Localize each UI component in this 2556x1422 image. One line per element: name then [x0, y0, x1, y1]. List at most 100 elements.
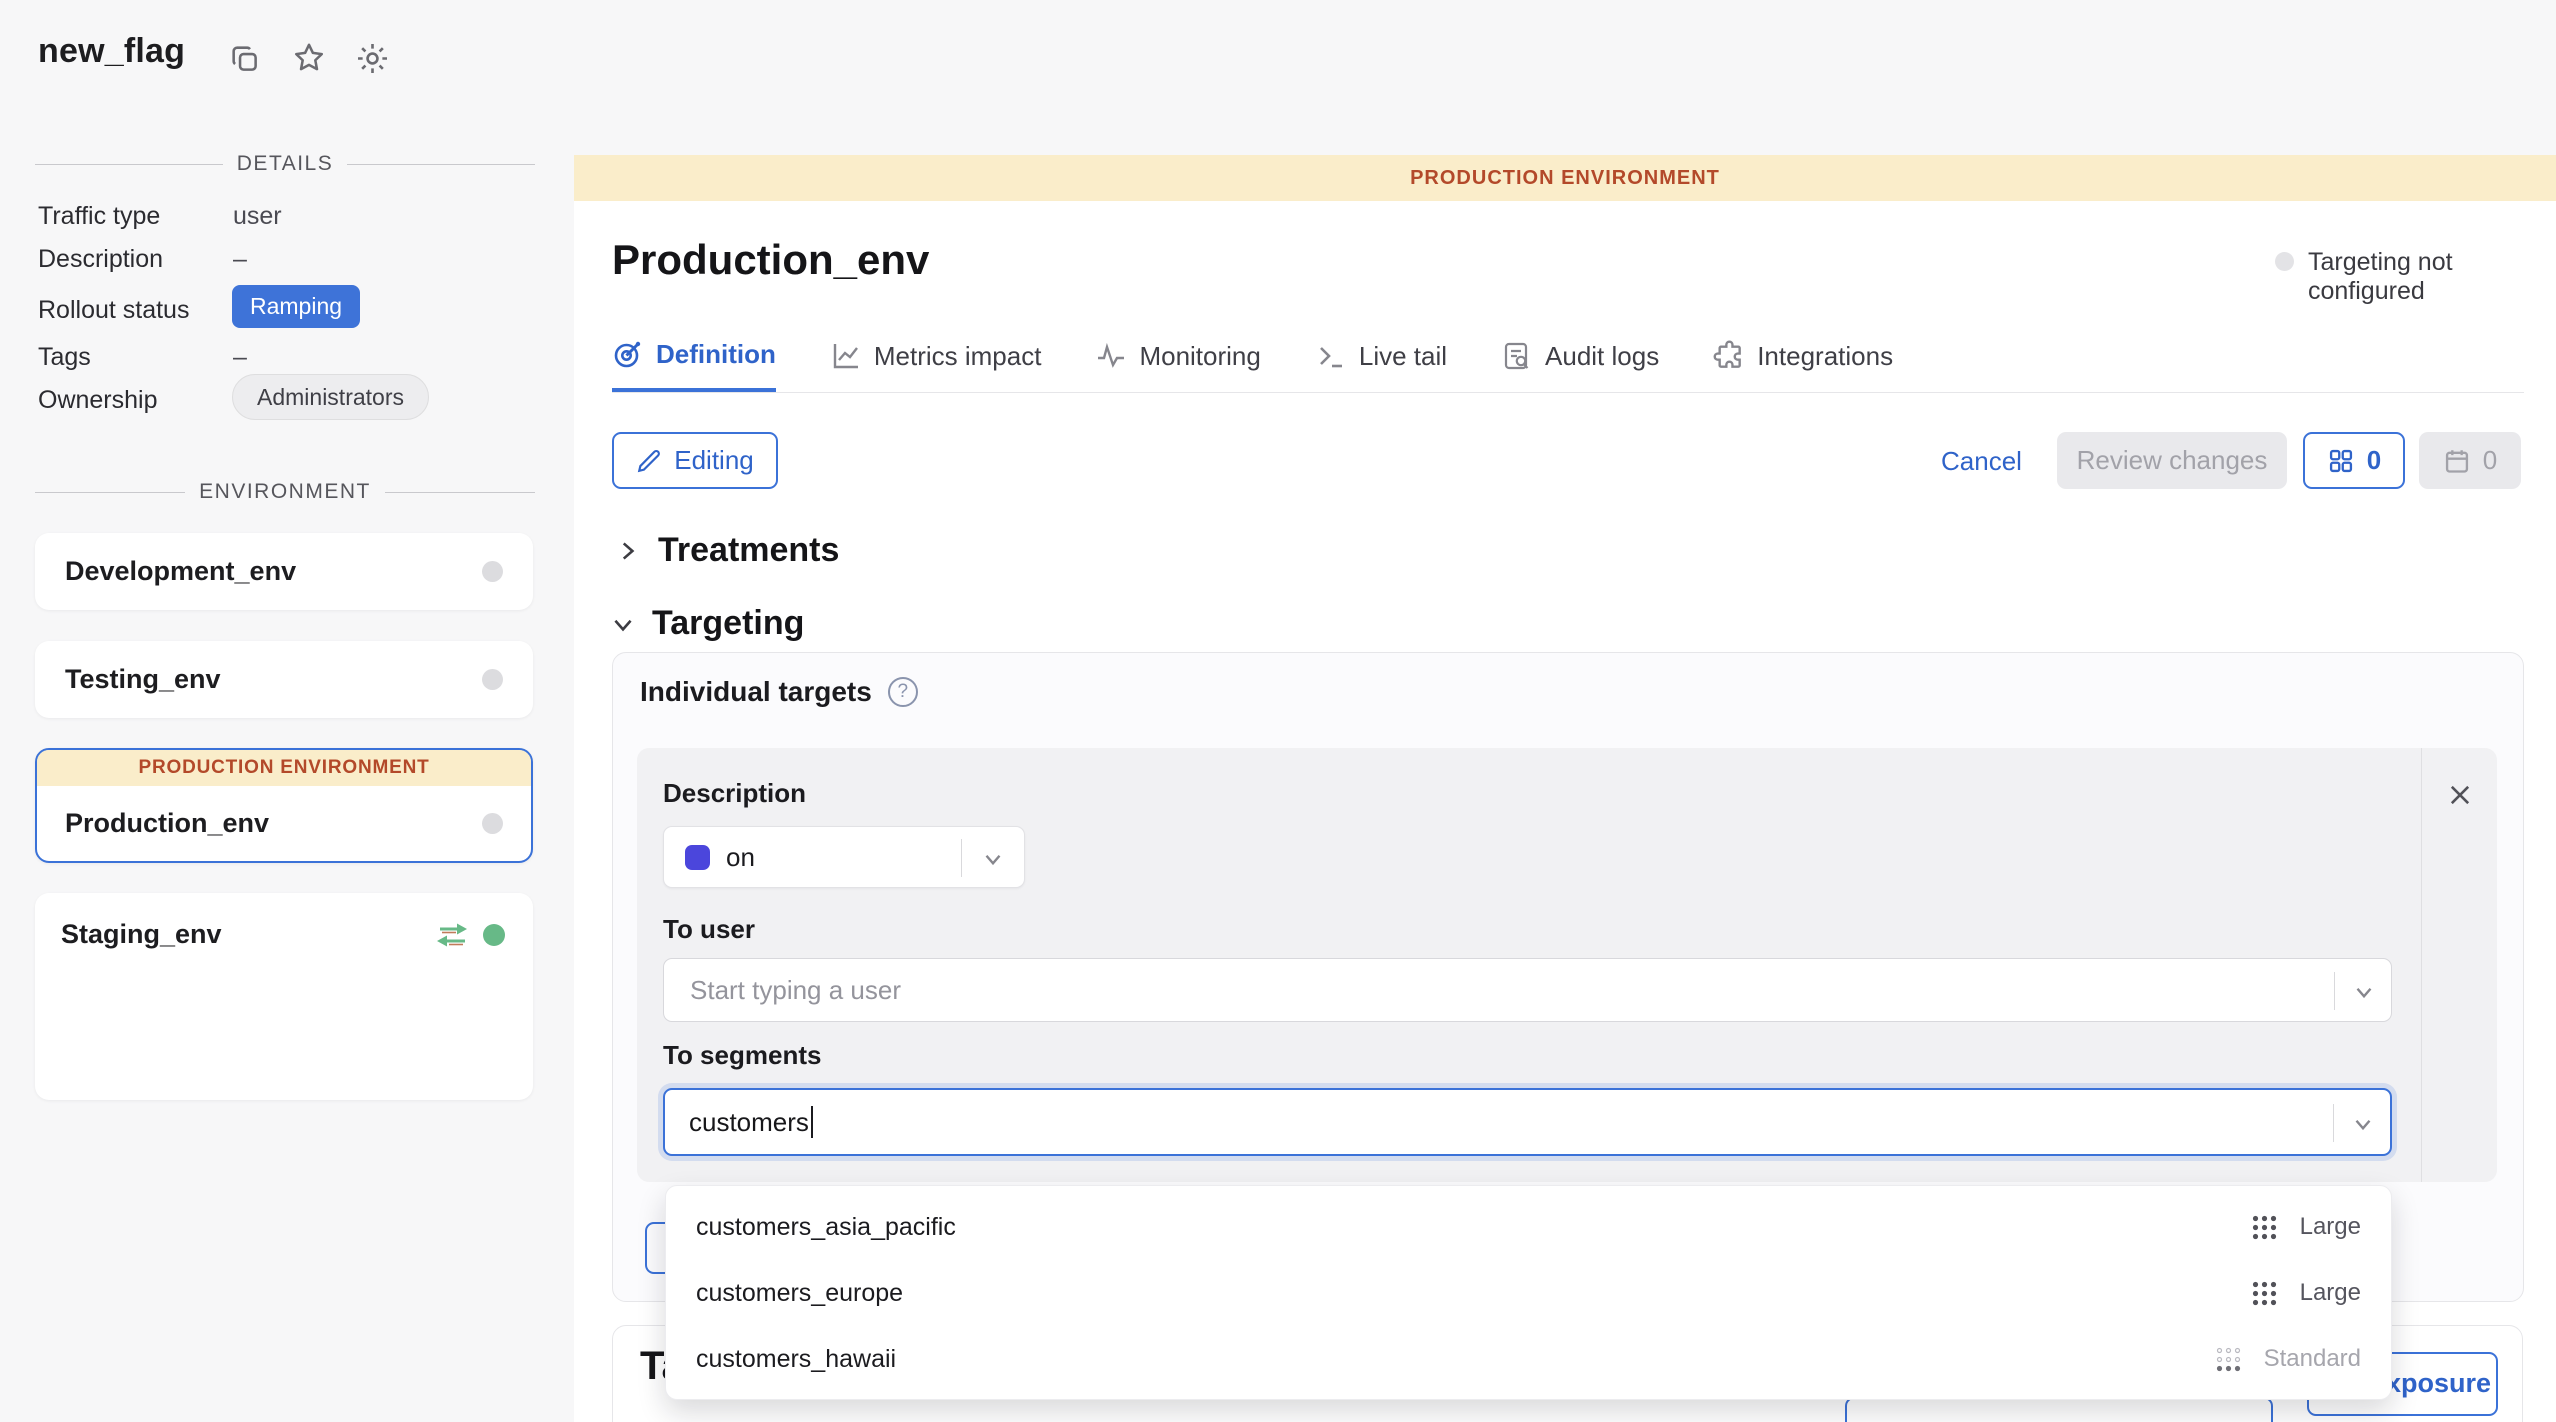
segments-dropdown: customers_asia_pacific Large customers_e… — [665, 1185, 2392, 1400]
segment-name: customers_hawaii — [696, 1345, 896, 1374]
to-segments-label: To segments — [663, 1040, 821, 1071]
treatment-color-swatch — [685, 845, 710, 870]
env-name: Development_env — [65, 556, 296, 587]
terminal-icon — [1315, 340, 1347, 372]
tab-label: Monitoring — [1139, 341, 1260, 372]
page-title: new_flag — [38, 32, 185, 71]
tab-definition[interactable]: Definition — [612, 338, 776, 392]
sync-arrows-icon — [435, 920, 469, 950]
detail-label: Description — [38, 245, 163, 274]
tab-label: Audit logs — [1545, 341, 1659, 372]
env-active-dot — [483, 924, 505, 946]
changes-count: 0 — [2367, 445, 2381, 476]
changes-grid-icon — [2327, 447, 2355, 475]
treatments-section-heading: Treatments — [658, 531, 839, 570]
audit-log-icon — [1501, 340, 1533, 372]
segment-grid-icon-standard — [2215, 1346, 2242, 1373]
detail-label: Traffic type — [38, 202, 160, 231]
chevron-down-icon — [980, 846, 1006, 872]
scheduled-count: 0 — [2483, 445, 2497, 476]
segment-name: customers_asia_pacific — [696, 1213, 956, 1242]
text-caret — [811, 1106, 813, 1138]
env-card-testing[interactable]: Testing_env — [35, 641, 533, 718]
detail-value: – — [233, 343, 247, 372]
star-icon[interactable] — [291, 40, 327, 76]
copy-icon[interactable] — [228, 42, 262, 76]
env-name: Testing_env — [65, 664, 221, 695]
segment-option-hawaii[interactable]: customers_hawaii Standard — [666, 1326, 2391, 1392]
individual-targets-heading: Individual targets — [640, 676, 872, 708]
tab-bar-line — [612, 392, 2524, 393]
chevron-down-icon — [610, 611, 636, 637]
tab-audit-logs[interactable]: Audit logs — [1501, 338, 1659, 392]
description-label: Description — [663, 778, 806, 809]
main-production-banner: PRODUCTION ENVIRONMENT — [574, 155, 2556, 201]
editing-button[interactable]: Editing — [612, 432, 778, 489]
segments-typed-text: customers — [689, 1107, 809, 1138]
definition-target-icon — [612, 338, 644, 370]
remove-target-icon[interactable] — [2446, 781, 2474, 809]
tab-integrations[interactable]: Integrations — [1713, 338, 1893, 392]
tab-label: Integrations — [1757, 341, 1893, 372]
puzzle-icon — [1713, 340, 1745, 372]
tab-metrics-impact[interactable]: Metrics impact — [830, 338, 1042, 392]
chevron-down-icon[interactable] — [2351, 979, 2377, 1005]
review-changes-button[interactable]: Review changes — [2057, 432, 2287, 489]
segment-option-europe[interactable]: customers_europe Large — [666, 1260, 2391, 1326]
env-status-dot — [482, 813, 503, 834]
changes-counter-button[interactable]: 0 — [2303, 432, 2405, 489]
input-divider — [2334, 972, 2335, 1010]
input-divider — [2333, 1104, 2334, 1142]
treatments-section-toggle[interactable]: Treatments — [614, 531, 839, 570]
to-segments-input[interactable]: customers — [663, 1088, 2392, 1156]
segment-grid-icon — [2251, 1280, 2278, 1307]
treatment-select-value: on — [726, 842, 755, 873]
select-divider — [961, 839, 962, 877]
segment-size: Large — [2300, 1213, 2361, 1241]
pulse-icon — [1095, 340, 1127, 372]
targeting-section-heading: Targeting — [652, 604, 804, 643]
environment-divider: ENVIRONMENT — [35, 480, 535, 504]
tab-monitoring[interactable]: Monitoring — [1095, 338, 1260, 392]
help-icon[interactable]: ? — [888, 677, 918, 707]
card-action-divider — [2421, 748, 2422, 1182]
treatment-select[interactable]: on — [663, 826, 1025, 888]
segment-size: Standard — [2264, 1345, 2361, 1373]
targeting-section-toggle[interactable]: Targeting — [610, 604, 804, 643]
calendar-icon — [2443, 447, 2471, 475]
targeting-status-dot — [2275, 252, 2294, 271]
environment-heading: ENVIRONMENT — [199, 480, 371, 504]
tab-label: Definition — [656, 339, 776, 370]
detail-label: Rollout status — [38, 296, 189, 325]
environment-title: Production_env — [612, 236, 929, 284]
env-status-dot — [482, 561, 503, 582]
to-user-input[interactable] — [688, 974, 2301, 1007]
env-card-development[interactable]: Development_env — [35, 533, 533, 610]
feature-flag-page: new_flag DETAILS Traffic type user Descr… — [0, 0, 2556, 1422]
gear-icon[interactable] — [354, 40, 391, 77]
chevron-down-icon[interactable] — [2350, 1111, 2376, 1137]
clipped-outline-button[interactable] — [1845, 1397, 2273, 1422]
segment-size: Large — [2300, 1279, 2361, 1307]
editing-label: Editing — [674, 445, 754, 476]
detail-label: Tags — [38, 343, 91, 372]
tab-label: Metrics impact — [874, 341, 1042, 372]
segment-option-asia-pacific[interactable]: customers_asia_pacific Large — [666, 1194, 2391, 1260]
cancel-link[interactable]: Cancel — [1941, 446, 2022, 477]
segment-grid-icon — [2251, 1214, 2278, 1241]
pencil-icon — [636, 448, 662, 474]
env-status-dot — [482, 669, 503, 690]
detail-value: user — [233, 202, 282, 231]
env-name: Staging_env — [61, 919, 222, 950]
exposure-button-label: xposure — [2386, 1368, 2491, 1399]
ownership-pill[interactable]: Administrators — [232, 374, 429, 420]
targeting-status-text: Targeting not configured — [2308, 248, 2556, 306]
env-card-production-selected[interactable]: PRODUCTION ENVIRONMENT Production_env — [35, 748, 533, 863]
env-card-staging[interactable]: Staging_env TREATMENTS on — [35, 893, 533, 1100]
schedule-counter-button[interactable]: 0 — [2419, 432, 2521, 489]
chevron-right-icon — [614, 538, 640, 564]
tab-bar: Definition Metrics impact Monitoring Liv… — [612, 338, 1893, 392]
tab-live-tail[interactable]: Live tail — [1315, 338, 1447, 392]
segment-name: customers_europe — [696, 1279, 903, 1308]
env-name: Production_env — [65, 808, 269, 839]
